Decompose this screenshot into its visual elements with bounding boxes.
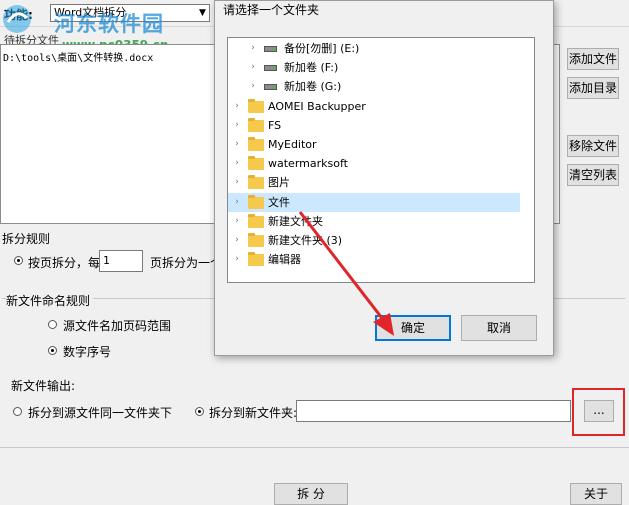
output-path-input[interactable] [296, 400, 571, 422]
tree-item-label: 新加卷 (F:) [284, 61, 339, 74]
clear-list-button[interactable]: 清空列表 [567, 164, 619, 186]
split-by-page-label: 按页拆分，每 [28, 256, 101, 270]
tree-item[interactable]: › 文件 [228, 193, 520, 212]
chevron-right-icon[interactable]: › [232, 212, 242, 231]
tree-item-label: 备份[勿删] (E:) [284, 42, 360, 55]
chevron-right-icon[interactable]: › [232, 154, 242, 173]
split-by-page-suffix: 页拆分为一个 [150, 256, 223, 270]
chevron-right-icon[interactable]: › [232, 135, 242, 154]
tree-item-label: 文件 [268, 196, 290, 209]
naming-sequence-radio[interactable] [48, 346, 57, 355]
output-same-folder-radio[interactable] [13, 407, 22, 416]
tree-item-label: watermarksoft [268, 157, 348, 170]
drive-icon [264, 84, 277, 90]
tree-item[interactable]: › FS [228, 116, 520, 135]
folder-icon [248, 137, 264, 151]
tree-item-label: 新建文件夹 (3) [268, 234, 343, 247]
tree-item[interactable]: › AOMEI Backupper [228, 97, 520, 116]
naming-range-label: 源文件名加页码范围 [63, 319, 172, 333]
naming-rules-label: 新文件命名规则 [6, 292, 94, 309]
chevron-right-icon[interactable]: › [232, 116, 242, 135]
tree-item[interactable]: › MyEditor [228, 135, 520, 154]
chevron-right-icon[interactable]: › [232, 97, 242, 116]
tree-item-label: FS [268, 119, 282, 132]
tree-item[interactable]: › 备份[勿删] (E:) [228, 39, 520, 58]
folder-icon [248, 156, 264, 170]
split-button[interactable]: 拆 分 [274, 483, 348, 505]
folder-icon [248, 214, 264, 228]
tree-item-label: MyEditor [268, 138, 317, 151]
drive-icon [264, 65, 277, 71]
divider [0, 447, 629, 448]
folder-icon [248, 233, 264, 247]
chevron-right-icon[interactable]: › [232, 173, 242, 192]
tree-item-label: 新建文件夹 [268, 215, 323, 228]
output-same-folder-label: 拆分到源文件同一文件夹下 [28, 406, 173, 420]
folder-icon [248, 195, 264, 209]
about-button[interactable]: 关于 [570, 483, 622, 505]
chevron-right-icon[interactable]: › [248, 77, 258, 96]
tree-item[interactable]: › 新建文件夹 [228, 212, 520, 231]
chevron-right-icon[interactable]: › [248, 58, 258, 77]
folder-tree[interactable]: ▲ ▼ ›备份[勿删] (E:)›新加卷 (F:)›新加卷 (G:)›AOMEI… [227, 37, 535, 283]
folder-icon [248, 99, 264, 113]
output-new-folder-radio[interactable] [195, 407, 204, 416]
watermark-site-name: 河东软件园 [54, 12, 164, 36]
split-rules-label: 拆分规则 [2, 232, 51, 246]
split-by-page-radio[interactable] [14, 256, 23, 265]
chevron-down-icon[interactable]: ▼ [196, 5, 209, 21]
tree-item[interactable]: › 图片 [228, 173, 520, 192]
browse-button[interactable]: ... [584, 400, 614, 422]
folder-picker-dialog: 请选择一个文件夹 ▲ ▼ ›备份[勿删] (E:)›新加卷 (F:)›新加卷 (… [214, 0, 554, 356]
folder-icon [248, 252, 264, 266]
tree-item[interactable]: › 新建文件夹 (3) [228, 231, 520, 250]
chevron-right-icon[interactable]: › [232, 231, 242, 250]
tree-item-label: AOMEI Backupper [268, 100, 366, 113]
remove-file-button[interactable]: 移除文件 [567, 135, 619, 157]
chevron-right-icon[interactable]: › [232, 193, 242, 212]
tree-item[interactable]: › 编辑器 [228, 250, 520, 269]
tree-item[interactable]: › 新加卷 (F:) [228, 58, 520, 77]
folder-icon [248, 118, 264, 132]
chevron-right-icon[interactable]: › [248, 39, 258, 58]
folder-icon [248, 175, 264, 189]
dialog-title: 请选择一个文件夹 [223, 3, 320, 17]
output-label: 新文件输出: [11, 379, 76, 393]
drive-icon [264, 46, 277, 52]
tree-item[interactable]: › watermarksoft [228, 154, 520, 173]
add-directory-button[interactable]: 添加目录 [567, 77, 619, 99]
naming-sequence-label: 数字序号 [63, 345, 112, 359]
tree-item[interactable]: › 新加卷 (G:) [228, 77, 520, 96]
add-file-button[interactable]: 添加文件 [567, 48, 619, 70]
ok-button[interactable]: 确定 [375, 315, 451, 341]
output-new-folder-label: 拆分到新文件夹: [209, 406, 298, 420]
tree-item-label: 编辑器 [268, 253, 301, 266]
cancel-button[interactable]: 取消 [461, 315, 537, 341]
list-item[interactable]: D:\tools\桌面\文件转换.docx [3, 49, 153, 64]
chevron-right-icon[interactable]: › [232, 250, 242, 269]
tree-item-label: 新加卷 (G:) [284, 80, 342, 93]
naming-range-radio[interactable] [48, 320, 57, 329]
tree-item-label: 图片 [268, 176, 290, 189]
page-count-input[interactable]: 1 [99, 250, 143, 272]
